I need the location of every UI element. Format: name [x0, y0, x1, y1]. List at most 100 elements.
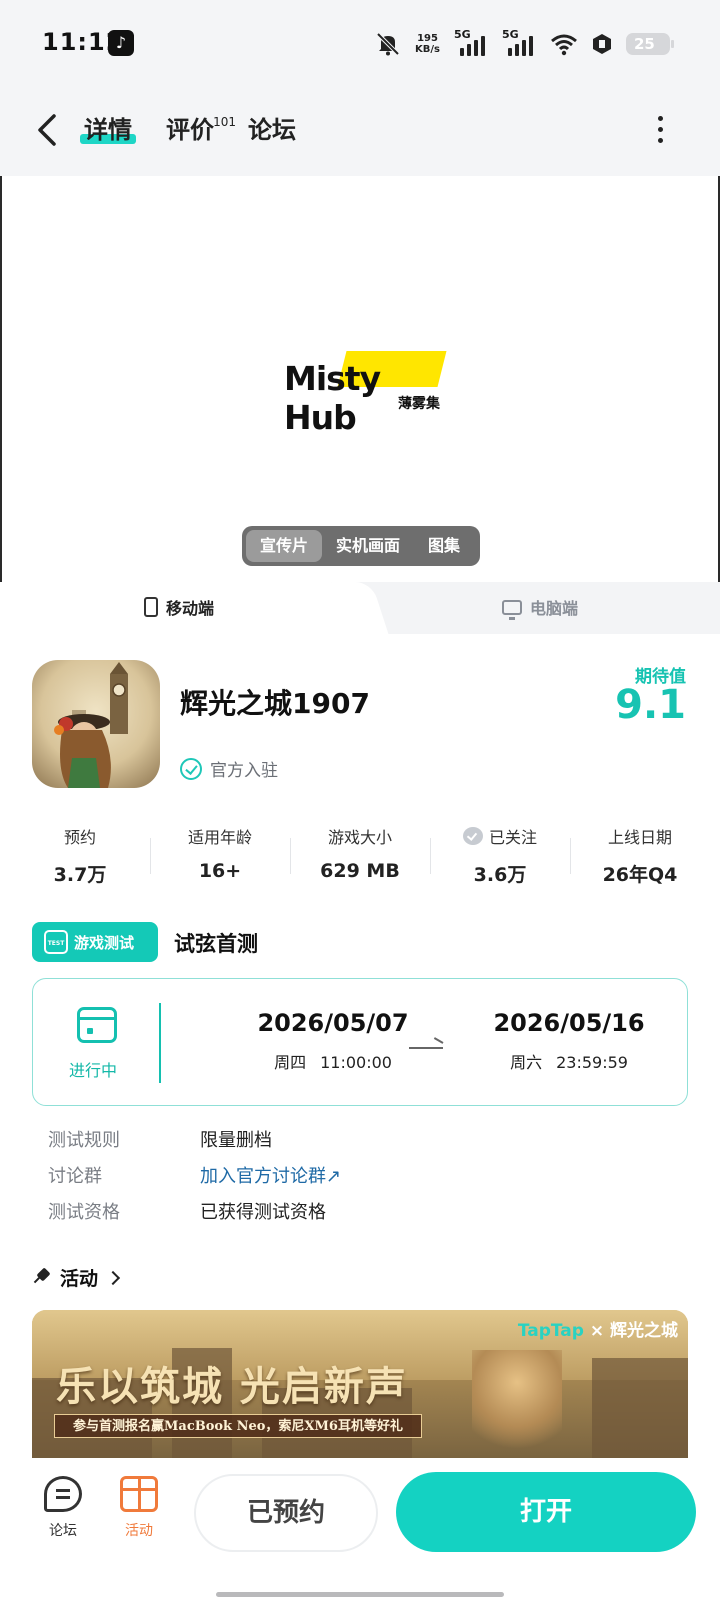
segment-gallery[interactable]: 图集 [414, 530, 474, 562]
stat-label: 已关注 [430, 824, 570, 848]
signal-icon-sim1: 5G [454, 28, 488, 56]
stat-release-date: 上线日期 26年Q4 [570, 824, 710, 890]
banner-subtitle: 参与首测报名赢MacBook Neo，索尼XM6耳机等好礼 [54, 1414, 422, 1438]
stat-followers[interactable]: 已关注 3.6万 [430, 824, 570, 890]
home-indicator[interactable] [216, 1592, 504, 1597]
info-row-group: 讨论群 加入官方讨论群↗ [48, 1162, 341, 1198]
stat-label: 上线日期 [607, 828, 672, 847]
open-button[interactable]: 打开 [396, 1472, 696, 1552]
info-row-eligibility: 测试资格 已获得测试资格 [48, 1198, 341, 1234]
info-key: 测试规则 [48, 1130, 120, 1151]
stat-value: 629 MB [320, 860, 400, 882]
stat-label: 游戏大小 [327, 828, 392, 847]
conductor-figure [472, 1350, 562, 1458]
segment-trailer[interactable]: 宣传片 [246, 530, 323, 562]
stat-label: 预约 [63, 828, 96, 847]
stat-value: 3.7万 [53, 864, 107, 886]
banner-brand: TapTap × 辉光之城 [518, 1316, 678, 1341]
tab-details-label: 详情 [84, 116, 132, 144]
tab-reviews[interactable]: 评价 101 [166, 110, 236, 150]
game-test-badge: TEST 游戏测试 [32, 922, 158, 962]
start-time-row: 周四 11:00:00 [233, 1049, 433, 1073]
sim1-label: 5G [454, 28, 471, 41]
tiktok-notification-icon: ♪ [108, 30, 134, 56]
check-heart-icon [462, 827, 483, 845]
stat-value: 16+ [198, 860, 242, 882]
info-value: 已获得测试资格 [200, 1202, 326, 1223]
expectation-score[interactable]: 9.1 [615, 682, 686, 728]
arrow-right-icon [409, 1047, 443, 1049]
back-arrow-icon[interactable] [30, 108, 66, 152]
activity-heading: 活动 [60, 1268, 99, 1290]
end-time-row: 周六 23:59:59 [469, 1049, 669, 1073]
end-weekday: 周六 [510, 1053, 543, 1072]
bottom-forum-button[interactable]: 论坛 [38, 1476, 88, 1540]
gift-icon [120, 1476, 158, 1512]
net-speed: 195 KB/s [415, 33, 440, 55]
info-row-rules: 测试规则 限量删档 [48, 1126, 341, 1162]
logo-cn: 薄雾集 [398, 396, 440, 412]
media-segment-control: 宣传片 实机画面 图集 [242, 526, 480, 566]
stat-label: 适用年龄 [187, 828, 252, 847]
check-circle-icon [180, 757, 202, 780]
net-speed-value: 195 [417, 33, 438, 44]
platform-tab-mobile[interactable]: 移动端 [144, 595, 214, 619]
status-bar: 11:12 ♪ 195 KB/s 5G 5G 25 [0, 0, 720, 88]
end-time: 23:59:59 [556, 1053, 628, 1072]
more-menu-icon[interactable] [650, 112, 670, 152]
pin-icon [32, 1268, 52, 1288]
stat-label-text: 已关注 [488, 828, 537, 847]
activity-banner[interactable]: TapTap × 辉光之城 乐以筑城 光启新声 参与首测报名赢MacBook N… [32, 1310, 688, 1458]
stat-game-size: 游戏大小 629 MB [290, 824, 430, 890]
test-end: 2026/05/16 周六 23:59:59 [469, 1009, 669, 1073]
platform-tabs: 移动端 电脑端 [0, 582, 720, 634]
chevron-right-icon [105, 1270, 121, 1285]
bottom-action-bar: 论坛 活动 已预约 打开 [0, 1458, 720, 1600]
bottom-activity-button[interactable]: 活动 [114, 1476, 164, 1540]
info-value: 限量删档 [200, 1130, 272, 1151]
test-icon: TEST [44, 930, 68, 954]
media-viewer[interactable]: Misty Hub 薄雾集 宣传片 实机画面 图集 [0, 176, 720, 582]
misty-hub-logo: Misty Hub 薄雾集 [282, 351, 447, 437]
start-weekday: 周四 [274, 1053, 307, 1072]
game-title: 辉光之城1907 [180, 687, 370, 720]
mute-bell-icon [376, 32, 400, 56]
card-divider [159, 1003, 161, 1083]
net-speed-unit: KB/s [415, 44, 440, 55]
test-status: 进行中 [69, 1061, 118, 1080]
stat-age-rating[interactable]: 适用年龄 16+ [150, 824, 290, 890]
segment-gameplay[interactable]: 实机画面 [322, 530, 414, 562]
monitor-icon [502, 599, 522, 620]
official-verified-label: 官方入驻 [210, 761, 278, 781]
test-start: 2026/05/07 周四 11:00:00 [233, 1009, 433, 1073]
info-key: 测试资格 [48, 1202, 120, 1223]
stat-value: 3.6万 [473, 864, 527, 886]
join-group-link[interactable]: 加入官方讨论群↗ [200, 1162, 341, 1198]
tab-forum-label: 论坛 [248, 116, 296, 144]
stat-reservations: 预约 3.7万 [10, 824, 150, 890]
test-badge-label: 游戏测试 [74, 933, 135, 952]
test-schedule-card: 进行中 2026/05/07 周四 11:00:00 2026/05/16 周六 2… [32, 978, 688, 1106]
stat-value: 26年Q4 [602, 864, 678, 886]
end-date: 2026/05/16 [493, 1009, 645, 1037]
calendar-icon [77, 1007, 117, 1043]
tab-forum[interactable]: 论坛 [248, 110, 296, 150]
chat-bubble-icon [44, 1476, 82, 1512]
status-icons: 195 KB/s 5G 5G 25 [375, 28, 674, 60]
start-time: 11:00:00 [320, 1053, 392, 1072]
taptap-brand: TapTap [517, 1321, 584, 1341]
phone-icon [144, 597, 158, 617]
activity-header[interactable]: 活动 [32, 1264, 121, 1291]
brand-cross: × [589, 1321, 605, 1341]
game-icon [32, 660, 160, 788]
reserved-button[interactable]: 已预约 [194, 1474, 378, 1552]
activity-label: 活动 [125, 1523, 153, 1539]
platform-tab-pc[interactable]: 电脑端 [502, 595, 579, 620]
tab-details[interactable]: 详情 [80, 110, 136, 150]
game-stats: 预约 3.7万 适用年龄 16+ 游戏大小 629 MB 已关注 3.6万 上线… [10, 824, 710, 890]
signal-icon-sim2: 5G [502, 28, 536, 56]
platform-pc-label: 电脑端 [530, 599, 579, 618]
battery-icon: 25 [626, 33, 674, 55]
start-date: 2026/05/07 [257, 1009, 409, 1037]
test-title: 试弦首测 [174, 932, 258, 956]
